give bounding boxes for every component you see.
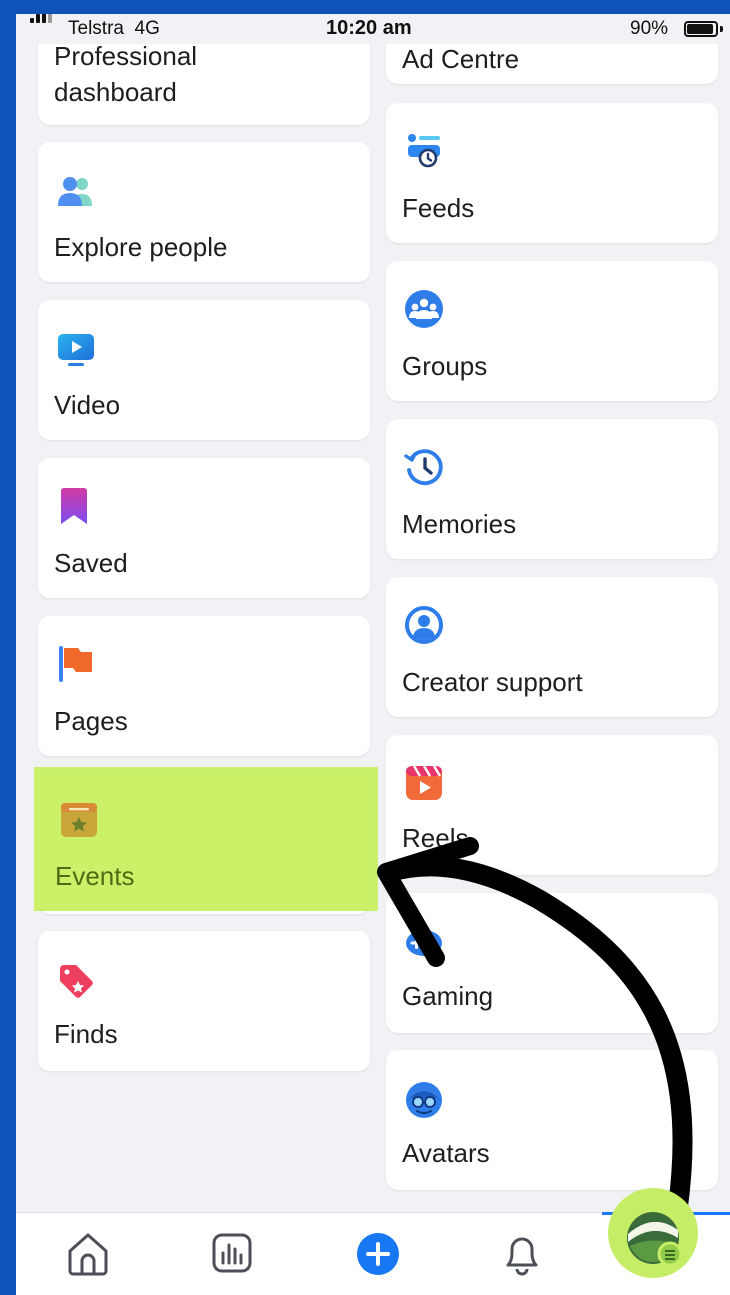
shortcut-label: Pages bbox=[54, 706, 128, 736]
events-content[interactable]: Events bbox=[34, 767, 378, 911]
person-circle-icon bbox=[405, 606, 443, 644]
shortcut-groups[interactable]: Groups bbox=[386, 261, 718, 401]
plus-circle-icon bbox=[357, 1233, 399, 1275]
shortcut-label: Creator support bbox=[402, 667, 583, 697]
tab-notifications[interactable] bbox=[492, 1223, 552, 1283]
clock: 10:20 am bbox=[326, 17, 412, 39]
shortcut-explore-people[interactable]: Explore people bbox=[38, 142, 370, 282]
network-label: 4G bbox=[134, 18, 160, 39]
tab-dashboard[interactable] bbox=[202, 1223, 262, 1283]
shortcut-label: Avatars bbox=[402, 1138, 490, 1168]
video-icon bbox=[58, 334, 94, 366]
shortcut-memories[interactable]: Memories bbox=[386, 419, 718, 559]
clock-icon bbox=[404, 449, 443, 486]
shortcut-avatars[interactable]: Avatars bbox=[386, 1050, 718, 1190]
shortcut-label-top: Professional bbox=[54, 41, 198, 71]
shortcut-label: Saved bbox=[54, 548, 128, 578]
shortcut-label: Ad Centre bbox=[402, 44, 520, 74]
avatar-icon bbox=[406, 1082, 442, 1118]
shortcut-label: Events bbox=[55, 861, 135, 891]
bookmark-icon bbox=[61, 488, 87, 524]
phone-screen: Telstra 4G 10:20 am 90% Professional das… bbox=[16, 14, 730, 1295]
shortcut-video[interactable]: Video bbox=[38, 300, 370, 440]
gamepad-icon bbox=[406, 930, 442, 956]
flag-icon bbox=[59, 646, 92, 682]
shortcut-label: dashboard bbox=[54, 77, 177, 107]
tab-home[interactable] bbox=[58, 1223, 118, 1283]
battery-percent: 90% bbox=[630, 18, 669, 39]
shortcut-label: Gaming bbox=[402, 981, 494, 1011]
shortcut-creator-support[interactable]: Creator support bbox=[386, 577, 718, 717]
chart-icon bbox=[212, 1233, 252, 1273]
bell-icon bbox=[506, 1237, 538, 1276]
calendar-star-icon bbox=[61, 803, 97, 837]
shortcut-reels[interactable]: Reels bbox=[386, 735, 718, 875]
status-bar: Telstra 4G 10:20 am 90% bbox=[16, 14, 730, 44]
tag-icon bbox=[60, 965, 93, 998]
shortcut-label: Video bbox=[54, 390, 121, 420]
shortcut-saved[interactable]: Saved bbox=[38, 458, 370, 598]
profile-menu-icon bbox=[627, 1212, 683, 1267]
shortcut-label: Groups bbox=[402, 351, 488, 381]
shortcut-finds[interactable]: Finds bbox=[38, 931, 370, 1071]
shortcut-label: Feeds bbox=[402, 193, 475, 223]
home-icon bbox=[68, 1233, 108, 1276]
shortcut-feeds[interactable]: Feeds bbox=[386, 103, 718, 243]
battery-icon bbox=[684, 21, 718, 37]
people-icon bbox=[58, 177, 92, 206]
shortcut-gaming[interactable]: Gaming bbox=[386, 893, 718, 1033]
shortcut-label: Finds bbox=[54, 1019, 118, 1049]
shortcut-label: Memories bbox=[402, 509, 517, 539]
groups-icon bbox=[405, 290, 443, 328]
shortcut-label: Explore people bbox=[54, 232, 228, 262]
reels-icon bbox=[406, 765, 442, 800]
shortcut-pages[interactable]: Pages bbox=[38, 616, 370, 756]
carrier-label: Telstra 4G bbox=[68, 18, 160, 39]
tab-create[interactable] bbox=[348, 1223, 408, 1283]
tab-menu[interactable] bbox=[608, 1188, 698, 1278]
shortcut-label: Reels bbox=[402, 823, 469, 853]
feeds-icon bbox=[408, 134, 440, 168]
